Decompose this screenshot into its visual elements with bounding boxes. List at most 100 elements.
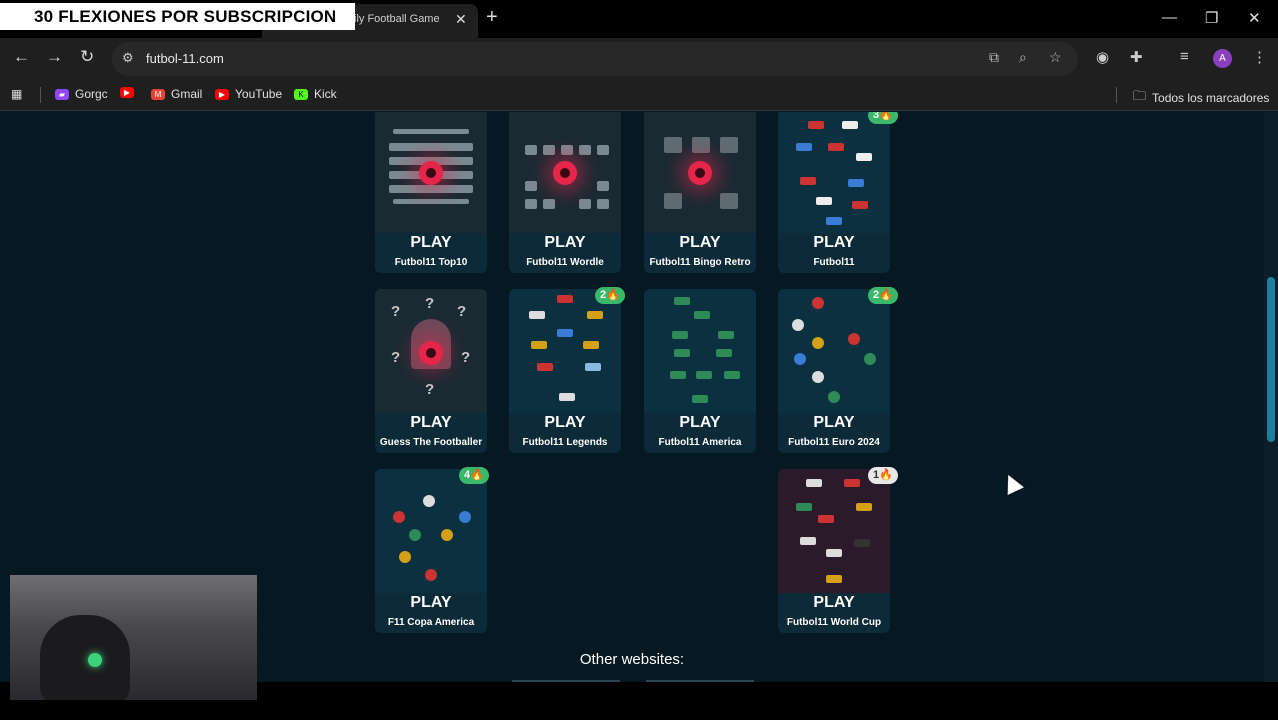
game-thumbnail [375, 469, 487, 593]
game-card-bingo-retro[interactable]: PLAY Futbol11 Bingo Retro [644, 112, 756, 273]
apps-grid-icon[interactable]: ▦ [11, 87, 22, 101]
browser-window: ily Football Game ✕ 30 FLEXIONES POR SUB… [0, 0, 1278, 720]
streak-badge: 3🔥 [868, 112, 898, 124]
game-name: Futbol11 [813, 257, 855, 268]
game-thumbnail [644, 112, 756, 233]
game-card-euro-2024[interactable]: PLAY Futbol11 Euro 2024 2🔥 [778, 287, 898, 453]
record-icon [419, 161, 443, 185]
restore-icon[interactable]: ❐ [1205, 9, 1218, 27]
record-icon [553, 161, 577, 185]
scrollbar-thumb[interactable] [1267, 277, 1275, 442]
game-thumbnail [509, 289, 621, 413]
webcam-overlay [10, 575, 257, 700]
folder-icon: 🗀 [1133, 88, 1147, 103]
game-thumbnail [644, 289, 756, 413]
play-label: PLAY [544, 414, 586, 431]
extension-icon[interactable]: ◉ [1096, 48, 1109, 66]
new-tab-icon[interactable]: + [486, 6, 498, 29]
bookmark-gmail[interactable]: M Gmail [151, 87, 202, 101]
forward-icon[interactable]: → [46, 47, 63, 67]
game-card-america[interactable]: PLAY Futbol11 America [644, 289, 756, 453]
game-thumbnail [509, 112, 621, 233]
bookmarks-bar: ▦ ▰ Gorgc ▶ M Gmail ▶ YouTube K Kick 🗀 Todos … [0, 79, 1278, 111]
game-thumbnail [778, 112, 890, 233]
game-card-wordle[interactable]: PLAY Futbol11 Wordle [509, 112, 621, 273]
play-label: PLAY [410, 234, 452, 251]
game-name: Futbol11 Legends [522, 437, 608, 448]
game-thumbnail: ? ? ? ? ? ? [375, 289, 487, 413]
kick-icon: K [294, 88, 308, 100]
reload-icon[interactable]: ↻ [80, 47, 94, 67]
tab-strip: ily Football Game ✕ 30 FLEXIONES POR SUB… [0, 0, 1278, 38]
bookmark-gorgc[interactable]: ▰ Gorgc [55, 87, 108, 101]
bookmark-label: Kick [314, 87, 337, 101]
record-icon [688, 161, 712, 185]
site-info-icon[interactable]: ⚙ [122, 50, 134, 66]
game-name: Futbol11 Top10 [394, 257, 468, 268]
game-name: Futbol11 America [658, 437, 742, 448]
play-label: PLAY [813, 234, 855, 251]
bookmark-label: Gorgc [75, 87, 108, 101]
streak-badge: 2🔥 [868, 287, 898, 304]
streamer-silhouette [40, 615, 130, 700]
play-label: PLAY [813, 594, 855, 611]
bookmarks-divider [1116, 87, 1117, 103]
game-name: Futbol11 Wordle [526, 257, 604, 268]
game-name: Futbol11 World Cup [786, 617, 882, 628]
game-card-world-cup[interactable]: PLAY Futbol11 World Cup 1🔥 [778, 467, 898, 633]
profile-avatar[interactable]: A [1213, 49, 1232, 68]
game-thumbnail [778, 289, 890, 413]
all-bookmarks-label: Todos los marcadores [1152, 91, 1270, 105]
streak-badge: 2🔥 [595, 287, 625, 304]
youtube-icon: ▶ [120, 87, 134, 98]
game-name: Guess The Footballer [379, 437, 483, 448]
minimize-icon[interactable]: — [1162, 9, 1177, 26]
browser-toolbar: ← → ↻ ⚙ futbol-11.com ⧉ ⌕ ☆ ◉ ✚ ≡ A ⋮ [0, 38, 1278, 79]
translate-icon[interactable]: ⧉ [989, 49, 999, 66]
play-label: PLAY [410, 594, 452, 611]
bookmark-label: YouTube [235, 87, 283, 101]
bookmark-label: Gmail [171, 87, 203, 101]
tab-title: ily Football Game [354, 13, 440, 25]
twitch-icon: ▰ [55, 88, 69, 100]
url-text[interactable]: futbol-11.com [146, 51, 224, 66]
game-card-futbol11[interactable]: PLAY Futbol11 3🔥 [778, 112, 898, 273]
play-label: PLAY [410, 414, 452, 431]
game-thumbnail [375, 112, 487, 233]
play-label: PLAY [679, 414, 721, 431]
youtube-icon: ▶ [215, 88, 229, 100]
record-icon [419, 341, 443, 365]
mouse-cursor-icon [1000, 471, 1024, 495]
menu-icon[interactable]: ⋮ [1252, 48, 1267, 66]
tab-close-icon[interactable]: ✕ [455, 11, 467, 28]
bookmark-youtube-unnamed[interactable]: ▶ [120, 87, 134, 98]
bookmark-kick[interactable]: K Kick [294, 87, 337, 101]
game-thumbnail [778, 469, 890, 593]
stream-overlay-banner: 30 FLEXIONES POR SUBSCRIPCION [0, 3, 355, 30]
bookmark-youtube[interactable]: ▶ YouTube [215, 87, 282, 101]
streak-badge: 1🔥 [868, 467, 898, 484]
address-bar[interactable]: ⚙ futbol-11.com ⧉ ⌕ ☆ [112, 42, 1078, 76]
streak-badge: 4🔥 [459, 467, 489, 484]
game-name: Futbol11 Bingo Retro [649, 257, 751, 268]
game-card-copa-america[interactable]: PLAY F11 Copa America 4🔥 [375, 467, 489, 633]
game-card-guess-the-footballer[interactable]: ? ? ? ? ? ? PLAY Guess The Footballer [375, 289, 487, 453]
extensions-puzzle-icon[interactable]: ✚ [1130, 48, 1143, 66]
bookmarks-divider [40, 87, 41, 103]
media-control-icon[interactable]: ≡ [1180, 48, 1189, 65]
bookmark-star-icon[interactable]: ☆ [1049, 49, 1062, 66]
gmail-icon: M [151, 88, 165, 100]
back-icon[interactable]: ← [13, 47, 30, 67]
game-card-legends[interactable]: PLAY Futbol11 Legends 2🔥 [509, 287, 625, 453]
play-label: PLAY [813, 414, 855, 431]
play-label: PLAY [544, 234, 586, 251]
game-name: Futbol11 Euro 2024 [788, 437, 880, 448]
close-window-icon[interactable]: ✕ [1248, 9, 1261, 27]
headset-light-icon [88, 653, 102, 667]
play-label: PLAY [679, 234, 721, 251]
page-scrollbar[interactable] [1264, 112, 1278, 682]
all-bookmarks-button[interactable]: 🗀 Todos los marcadores [1133, 87, 1269, 109]
zoom-icon[interactable]: ⌕ [1019, 49, 1027, 66]
game-card-top10[interactable]: PLAY Futbol11 Top10 [375, 112, 487, 273]
game-name: F11 Copa America [387, 617, 475, 628]
